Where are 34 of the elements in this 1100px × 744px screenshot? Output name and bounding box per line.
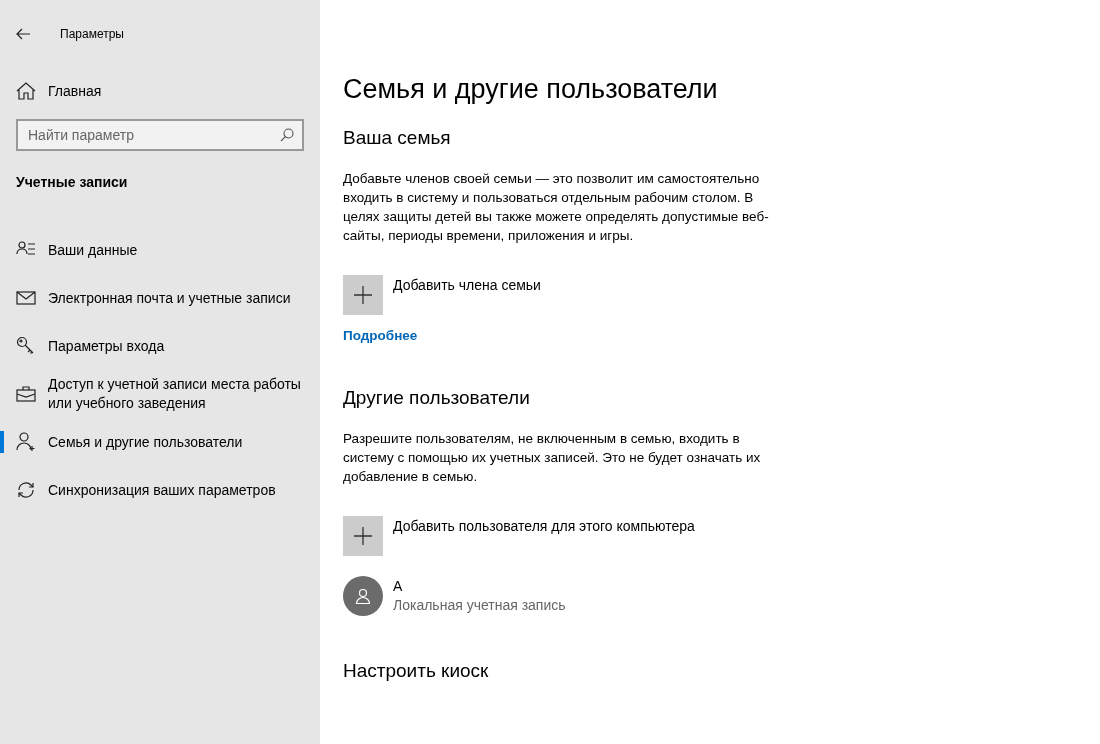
add-button[interactable] bbox=[343, 275, 383, 315]
mail-icon bbox=[16, 288, 36, 308]
description-text: Добавьте членов своей семьи — это позволит им самостоятельно входить в систему и пользоваться отдельным рабочим столом. В целях защиты детей вы также можете определять допустимые веб-сайты, периоды времени, приложения и игры. bbox=[343, 170, 770, 245]
add-label[interactable]: Добавить пользователя для этого компьютера bbox=[393, 518, 695, 534]
description-text: Разрешите пользователям, не включенным в семью, входить в систему с помощью их учетных записей. Это не будет означать их добавление в семью. bbox=[343, 430, 762, 486]
sidebar-item[interactable]: Ваши данные bbox=[0, 226, 320, 274]
sidebar-item[interactable]: Параметры входа bbox=[0, 322, 320, 370]
page-title: Семья и другие пользователи bbox=[343, 74, 718, 105]
user-name: A bbox=[393, 578, 404, 594]
plus-icon bbox=[354, 527, 372, 545]
sidebar-item[interactable]: Доступ к учетной записи места работы или учебного заведения bbox=[0, 370, 320, 418]
section-heading: Учетные записи bbox=[16, 174, 128, 192]
add-label[interactable]: Добавить члена семьи bbox=[393, 277, 541, 293]
section-heading: Другие пользователи bbox=[343, 387, 530, 409]
sync-icon bbox=[16, 480, 36, 500]
briefcase-icon bbox=[16, 384, 36, 404]
section-heading: Настроить киоск bbox=[343, 660, 489, 682]
person-add-icon bbox=[16, 432, 36, 452]
person-icon bbox=[355, 588, 371, 604]
add-button[interactable] bbox=[343, 516, 383, 556]
window-title: Параметры bbox=[60, 27, 124, 41]
sidebar-item[interactable]: Электронная почта и учетные записи bbox=[0, 274, 320, 322]
search-field[interactable]: Найти параметр bbox=[16, 119, 304, 151]
key-icon bbox=[16, 336, 36, 356]
home-icon bbox=[16, 82, 36, 100]
user-avatar[interactable] bbox=[343, 576, 383, 616]
home-link[interactable]: Главная bbox=[16, 70, 102, 112]
section-heading: Ваша семья bbox=[343, 127, 451, 149]
back-arrow-icon[interactable] bbox=[16, 28, 30, 40]
search-icon bbox=[280, 128, 294, 142]
learn-more-link[interactable]: Подробнее bbox=[343, 328, 418, 343]
sidebar-item[interactable]: Синхронизация ваших параметров bbox=[0, 466, 320, 514]
plus-icon bbox=[354, 286, 372, 304]
account-type: Локальная учетная запись bbox=[393, 597, 566, 613]
